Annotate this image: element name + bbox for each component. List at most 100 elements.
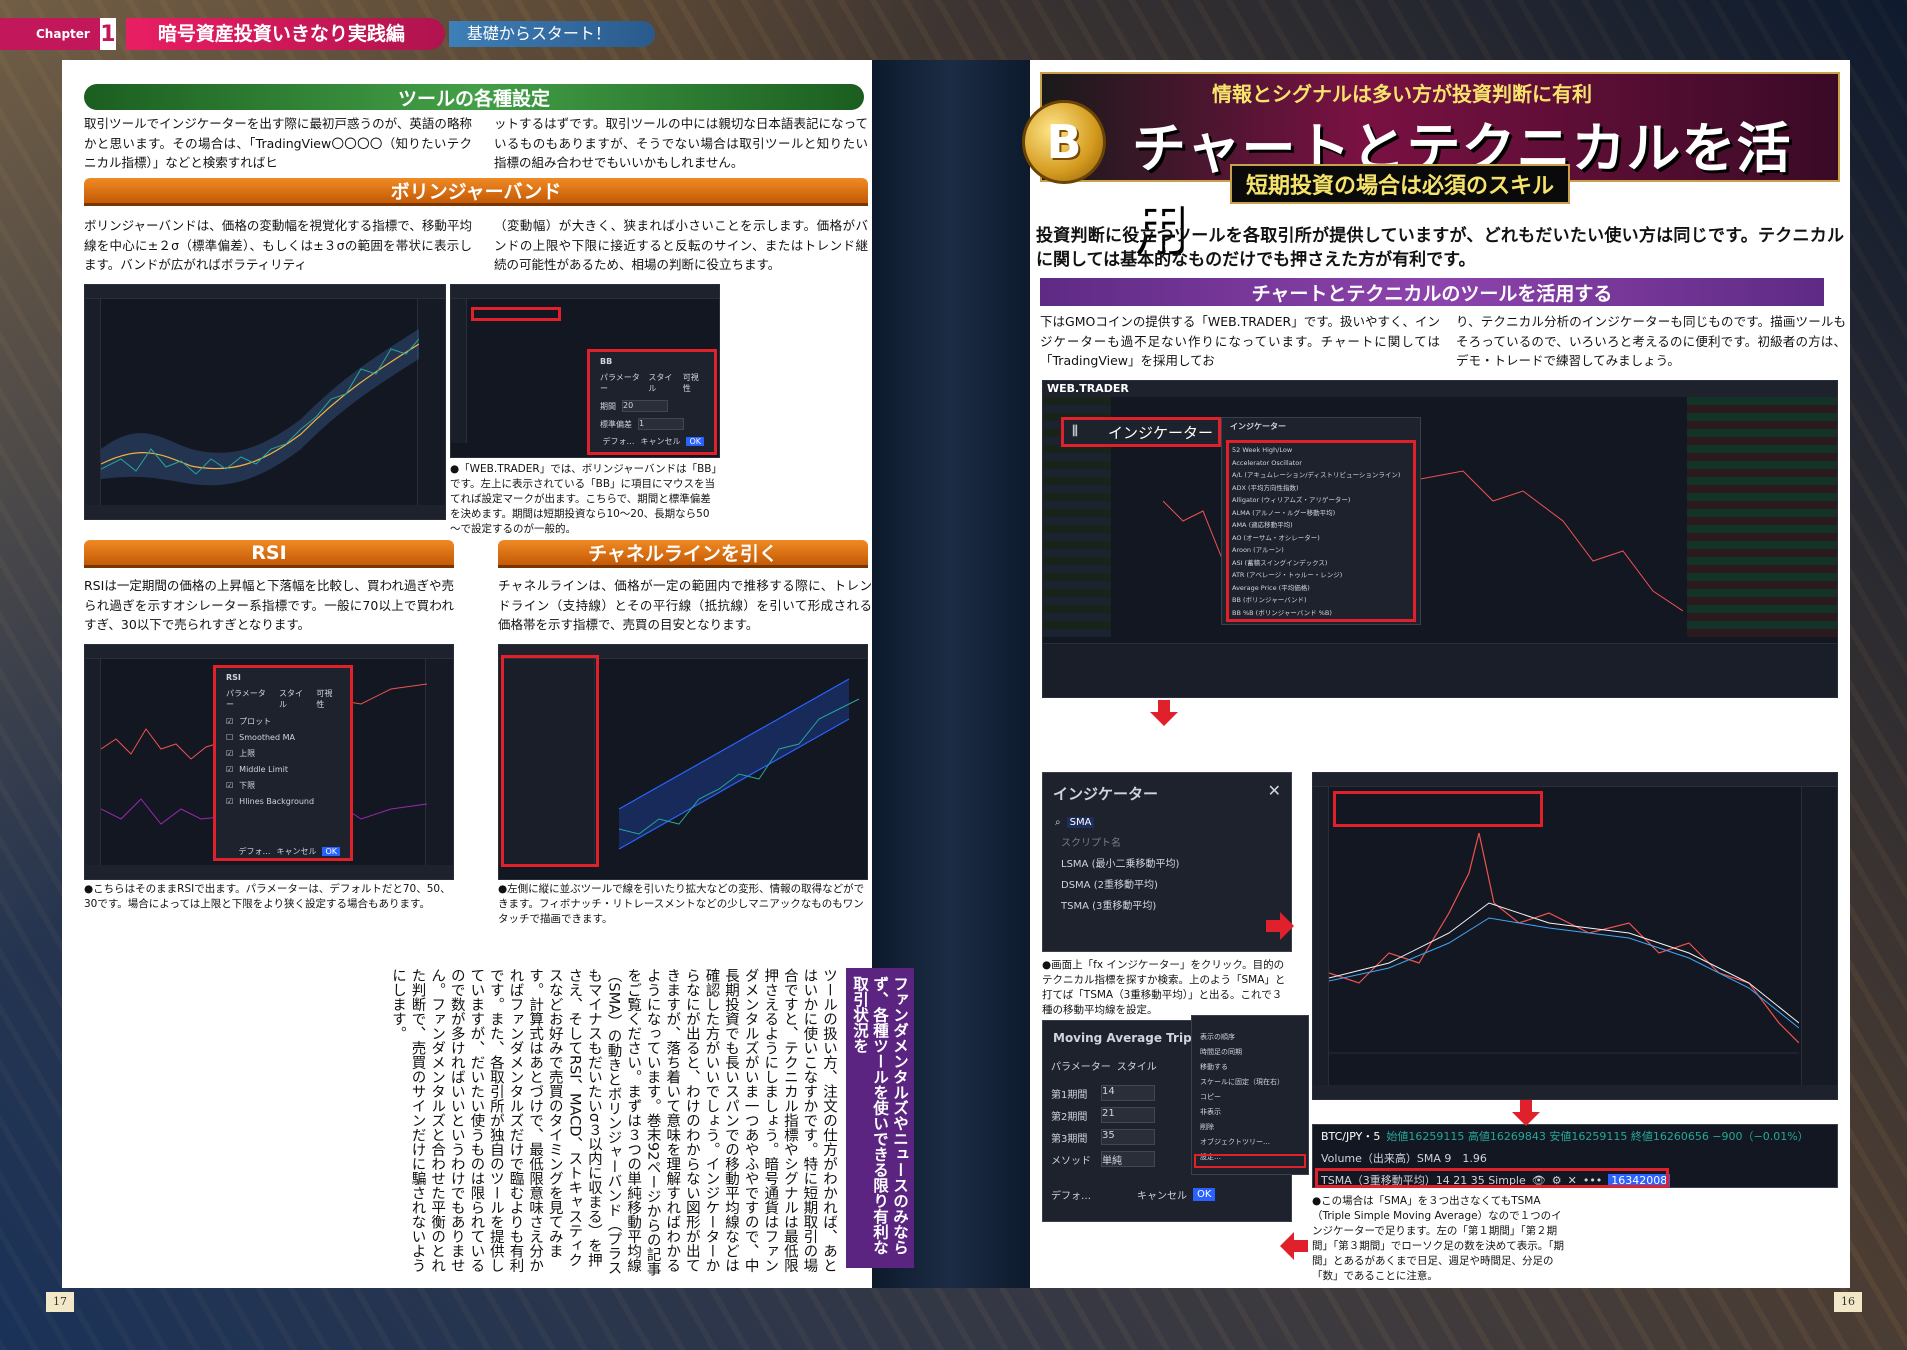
indicator-button[interactable]: インジケーター bbox=[1108, 422, 1213, 443]
tab-visibility[interactable]: 可視性 bbox=[683, 372, 704, 394]
indicator-list-item[interactable]: ASI (蓄積スイングインデックス) bbox=[1232, 557, 1400, 570]
default-button[interactable]: デフォ… bbox=[238, 846, 270, 857]
dialog-title: BB bbox=[600, 357, 613, 366]
chapter-title: 暗号資産投資いきなり実践編 bbox=[125, 18, 445, 50]
rsi-row[interactable]: ☑ Middle Limit bbox=[218, 762, 348, 777]
bb-caption: ●「WEB.TRADER」では、ボリンジャーバンドは「BB」です。左上に表示され… bbox=[450, 463, 717, 535]
checkbox-icon[interactable]: ☑ bbox=[226, 781, 233, 790]
drawing-toolbar bbox=[85, 659, 101, 865]
bb-chart-screenshot bbox=[84, 284, 446, 520]
rsi-row[interactable]: ☑ Hlines Background bbox=[218, 794, 348, 809]
page-number-right: 16 bbox=[1834, 1292, 1862, 1312]
tab-style[interactable]: スタイル bbox=[279, 688, 310, 710]
price-axis bbox=[425, 659, 453, 865]
checkbox-icon[interactable]: ☑ bbox=[226, 717, 233, 726]
channel-caption: ●左側に縦に並ぶツールで線を引いたり拡大などの変形、情報の取得などができます。フ… bbox=[498, 883, 865, 925]
dialog-tabs: パラメーター スタイル 可視性 bbox=[592, 369, 712, 397]
drawing-toolbar bbox=[451, 299, 467, 443]
arrows-overlay bbox=[1150, 700, 1540, 1260]
rsi-row[interactable]: ☑ 下限 bbox=[218, 777, 348, 794]
bb-settings-screenshot: BB パラメーター スタイル 可視性 期間 20 標準偏差 1 デフォ… キャンセル… bbox=[450, 284, 720, 458]
chapter-label: Chapter bbox=[0, 18, 100, 50]
checkbox-icon[interactable]: ☑ bbox=[226, 797, 233, 806]
webtrader-topbar: WEB.TRADER bbox=[1043, 381, 1837, 397]
cancel-button[interactable]: キャンセル bbox=[640, 436, 680, 447]
indicator-list: 52 Week High/Low Accelerator Oscillator A/… bbox=[1232, 444, 1400, 619]
ok-button[interactable]: OK bbox=[686, 437, 704, 446]
indicator-list-item[interactable]: BB (ボリンジャーバンド) bbox=[1232, 594, 1400, 607]
tools-text-2: り、テクニカル分析のインジケーターも同じものです。描画ツールもそろっているので、… bbox=[1456, 314, 1846, 368]
lead-text: 投資判断に役立つツールを各取引所が提供していますが、どれもだいたい使い方は同じで… bbox=[1036, 226, 1844, 270]
vertical-body-text: ツールの扱い方、注文の仕方がわかれば、あとはいかに使いこなすかです。特に短期取引… bbox=[389, 968, 837, 1277]
dialog-tabs: パラメーター スタイル 可視性 bbox=[218, 685, 348, 713]
indicator-list-panel: インジケーター 52 Week High/Low Accelerator Osci… bbox=[1221, 417, 1421, 625]
tools-text-1: 下はGMOコインの提供する「WEB.TRADER」です。扱いやすく、インジケータ… bbox=[1040, 314, 1440, 368]
indicator-list-item[interactable]: ADX (平均方向性指数) bbox=[1232, 482, 1400, 495]
stddev-field[interactable]: 1 bbox=[638, 418, 684, 430]
rsi-caption: ●こちらはそのままRSIで出ます。パラメーターは、デフォルトだと70、50、30… bbox=[84, 883, 451, 910]
indicator-list-item[interactable]: 52 Week High/Low bbox=[1232, 444, 1400, 457]
right-arrow-icon bbox=[1266, 912, 1294, 940]
tools-text-1: 取引ツールでインジケーターを出す際に最初戸惑うのが、英語の略称かと思います。その… bbox=[84, 116, 472, 170]
indicator-button-highlight: ⫼ インジケーター bbox=[1061, 417, 1221, 447]
chart-toolbar bbox=[85, 645, 453, 659]
cancel-button[interactable]: キャンセル bbox=[276, 846, 316, 857]
tools-text-2: ットするはずです。取引ツールの中には親切な日本語表記になっているものもありますが… bbox=[494, 116, 868, 170]
bitcoin-icon: B bbox=[1022, 100, 1106, 184]
rsi-row[interactable]: ☑ 上限 bbox=[218, 745, 348, 762]
chart-footer bbox=[85, 865, 453, 879]
stddev-label: 標準偏差 bbox=[600, 419, 632, 429]
bottom-panels bbox=[1043, 643, 1837, 697]
indicator-list-item[interactable]: Average Price (平均価格) bbox=[1232, 582, 1400, 595]
bb-text-1: ボリンジャーバンドは、価格の変動幅を視覚化する指標で、移動平均線を中心に±２σ（… bbox=[84, 218, 472, 272]
webtrader-logo: WEB.TRADER bbox=[1047, 382, 1129, 395]
bb-heading: ボリンジャーバンド bbox=[84, 178, 868, 206]
channel-chart-screenshot bbox=[498, 644, 868, 880]
rsi-heading: RSI bbox=[84, 540, 454, 568]
indicator-list-item[interactable]: Aroon (アルーン) bbox=[1232, 544, 1400, 557]
tab-style[interactable]: スタイル bbox=[648, 372, 676, 394]
indicator-list-item[interactable]: A/L (アキュムレーション/ディストリビューションライン) bbox=[1232, 469, 1400, 482]
tab-visibility[interactable]: 可視性 bbox=[316, 688, 340, 710]
tools-settings-heading: ツールの各種設定 bbox=[84, 84, 864, 110]
default-button[interactable]: デフォ… bbox=[602, 436, 634, 447]
indicator-list-item[interactable]: AO (オーサム・オシレーター) bbox=[1232, 532, 1400, 545]
indicator-list-item[interactable]: ATR (アベレージ・トゥルー・レンジ) bbox=[1232, 569, 1400, 582]
rsi-row[interactable]: ☐ Smoothed MA bbox=[218, 730, 348, 745]
chapter-number: 1 bbox=[99, 18, 116, 50]
page-number-left: 17 bbox=[46, 1292, 74, 1312]
bb-settings-dialog: BB パラメーター スタイル 可視性 期間 20 標準偏差 1 デフォ… キャンセル… bbox=[592, 354, 712, 450]
chart-type-icon[interactable]: ⫼ bbox=[1072, 424, 1078, 439]
indicator-list-item[interactable]: ALMA (アルノー・ルグー移動平均) bbox=[1232, 507, 1400, 520]
tool-menu-highlight bbox=[501, 655, 599, 867]
channel-text: チャネルラインは、価格が一定の範囲内で推移する際に、トレンドライン（支持線）とそ… bbox=[498, 578, 872, 632]
indicator-list-item[interactable]: Accelerator Oscillator bbox=[1232, 457, 1400, 470]
bb-text-2: （変動幅）が大きく、狭まれば小さいことを示します。価格がバンドの上限や下限に接近… bbox=[494, 218, 868, 272]
down-arrow-icon bbox=[1150, 700, 1178, 726]
indicator-list-item[interactable]: BB %B (ボリンジャーバンド %B) bbox=[1232, 607, 1400, 620]
vertical-heading: ファンダメンタルズやニュースのみならず、各種ツールを使いできる限り有利な取引状況… bbox=[846, 968, 914, 1268]
checkbox-icon[interactable]: ☑ bbox=[226, 749, 233, 758]
down-arrow-icon bbox=[1512, 1100, 1540, 1126]
tab-parameters[interactable]: パラメーター bbox=[600, 372, 642, 394]
indicator-list-item[interactable]: Alligator (ウィリアムズ・アリゲーター) bbox=[1232, 494, 1400, 507]
title-sub: 短期投資の場合は必須のスキル bbox=[1230, 164, 1571, 204]
rsi-chart-screenshot: RSI パラメーター スタイル 可視性 ☑ プロット ☐ Smoothed MA ☑… bbox=[84, 644, 454, 880]
chart-footer bbox=[85, 505, 445, 519]
checkbox-icon[interactable]: ☑ bbox=[226, 765, 233, 774]
checkbox-icon[interactable]: ☐ bbox=[226, 733, 233, 742]
rsi-row[interactable]: ☑ プロット bbox=[218, 713, 348, 730]
chart-toolbar bbox=[451, 285, 719, 299]
period-field[interactable]: 20 bbox=[622, 400, 668, 412]
period-label: 期間 bbox=[600, 401, 616, 411]
tools-heading: チャートとテクニカルのツールを活用する bbox=[1040, 278, 1824, 306]
chapter-header: Chapter 1 暗号資産投資いきなり実践編 基礎からスタート！ bbox=[0, 18, 700, 50]
panel-title: インジケーター bbox=[1230, 422, 1286, 431]
title-top: 情報とシグナルは多い方が投資判断に有利 bbox=[1212, 82, 1592, 106]
tab-parameters[interactable]: パラメーター bbox=[226, 688, 273, 710]
ok-button[interactable]: OK bbox=[322, 847, 340, 856]
webtrader-screenshot: WEB.TRADER ⫼ インジケーター インジケーター 52 Week Hig… bbox=[1042, 380, 1838, 698]
indicator-list-item[interactable]: AMA (適応移動平均) bbox=[1232, 519, 1400, 532]
channel-heading: チャネルラインを引く bbox=[498, 540, 868, 568]
left-page: ツールの各種設定 取引ツールでインジケーターを出す際に最初戸惑うのが、英語の略称… bbox=[62, 60, 914, 1288]
